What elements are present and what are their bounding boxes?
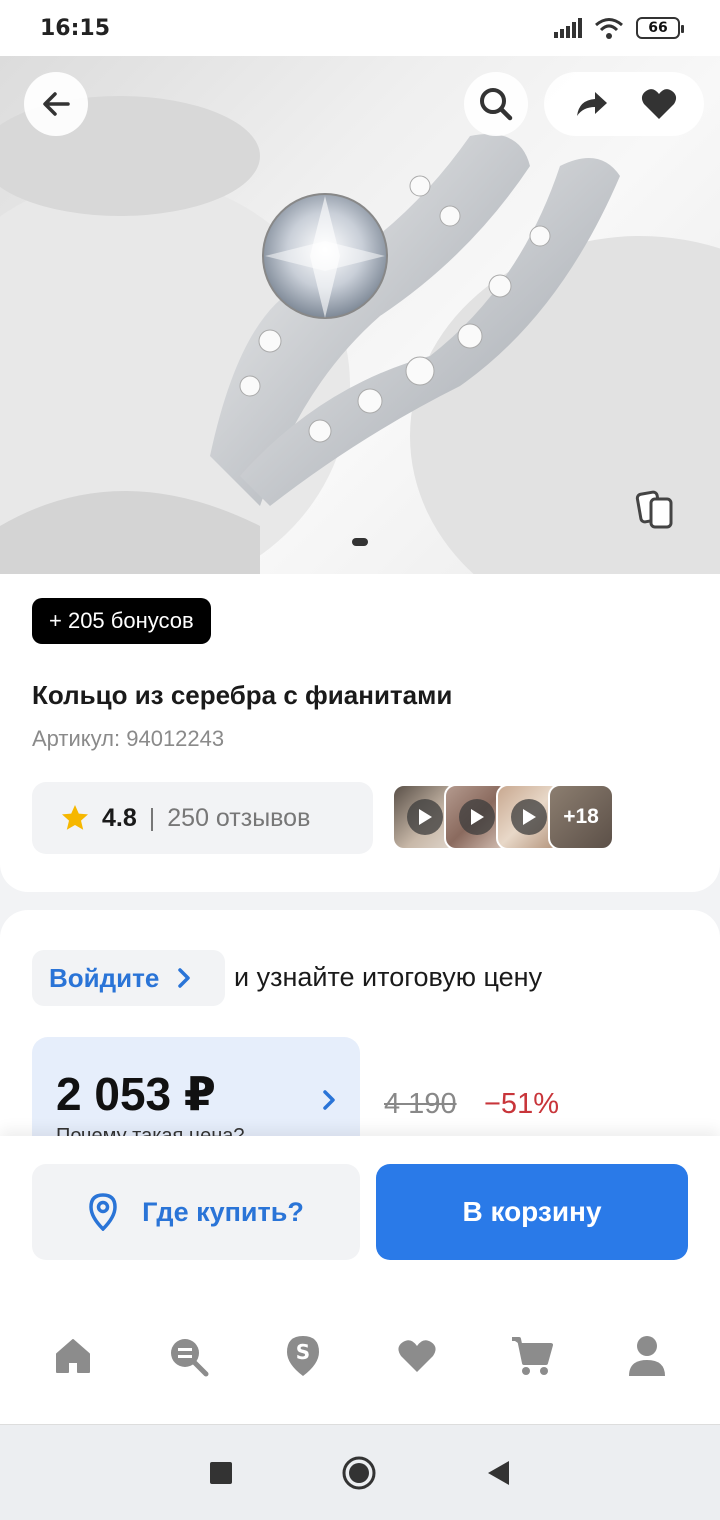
pagination-dot [352, 538, 368, 546]
play-icon [511, 799, 547, 835]
play-icon [459, 799, 495, 835]
wifi-icon [595, 18, 623, 39]
login-label: Войдите [49, 962, 160, 993]
bottom-navigation: S [0, 1288, 720, 1424]
share-icon[interactable] [571, 84, 611, 124]
discount-badge: −51% [484, 1088, 559, 1120]
nav-home[interactable] [33, 1316, 113, 1396]
battery-indicator: 66 [636, 17, 684, 39]
heart-icon[interactable] [640, 86, 678, 122]
svg-text:S: S [295, 1340, 309, 1364]
review-media-more[interactable]: +18 [548, 784, 614, 850]
back-button[interactable] [24, 72, 88, 136]
star-icon [62, 805, 88, 830]
system-navigation [0, 1424, 720, 1520]
search-icon [480, 88, 513, 121]
rating-value: 4.8 [102, 803, 137, 832]
arrow-left-icon [43, 92, 70, 116]
bonus-icon: S [286, 1336, 319, 1376]
review-media-strip[interactable]: +18 [392, 784, 614, 850]
old-price: 4 190 [384, 1088, 457, 1120]
status-time: 16:15 [40, 15, 111, 41]
login-button[interactable]: Войдите [32, 950, 225, 1006]
signal-icon [554, 18, 582, 38]
location-pin-icon [89, 1193, 117, 1231]
nav-profile[interactable] [607, 1316, 687, 1396]
catalog-search-icon [170, 1339, 209, 1377]
product-gallery[interactable] [0, 56, 720, 574]
gallery-view-button[interactable] [632, 486, 680, 534]
product-info-card: + 205 бонусов Кольцо из серебра с фианит… [0, 574, 720, 892]
reviews-count: 250 отзывов [167, 803, 311, 832]
home-icon [56, 1339, 91, 1373]
current-price: 2 053 ₽ [56, 1068, 216, 1120]
gallery-pagination [0, 538, 720, 546]
recent-apps-icon[interactable] [209, 1461, 233, 1485]
share-favorite-group [544, 72, 704, 136]
favorites-icon [398, 1340, 436, 1372]
nav-favorites[interactable] [377, 1316, 457, 1396]
media-more-count: +18 [563, 805, 599, 828]
nav-cart[interactable] [492, 1316, 572, 1396]
bonus-badge: + 205 бонусов [32, 598, 211, 644]
rating-button[interactable]: 4.8 | 250 отзывов [32, 782, 373, 854]
play-icon [407, 799, 443, 835]
copy-icon [635, 490, 673, 529]
status-icons: 66 [554, 17, 684, 39]
purchase-action-bar: Где купить? В корзину [0, 1136, 720, 1288]
nav-catalog[interactable] [148, 1316, 228, 1396]
where-to-buy-button[interactable]: Где купить? [32, 1164, 360, 1260]
rating-separator: | [148, 803, 156, 832]
search-button[interactable] [464, 72, 528, 136]
back-triangle-icon[interactable] [485, 1459, 511, 1487]
chevron-right-icon [323, 1090, 335, 1110]
login-hint: и узнайте итоговую цену [234, 962, 543, 992]
add-to-cart-button[interactable]: В корзину [376, 1164, 688, 1260]
add-to-cart-label: В корзину [462, 1196, 602, 1227]
status-bar: 16:15 66 [0, 0, 720, 56]
where-to-buy-label: Где купить? [142, 1196, 304, 1227]
profile-icon [628, 1336, 665, 1376]
home-button-icon[interactable] [341, 1455, 377, 1491]
chevron-right-icon [178, 968, 191, 988]
cart-icon [511, 1337, 553, 1375]
product-title: Кольцо из серебра с фианитами [32, 680, 453, 710]
product-sku: Артикул: 94012243 [32, 726, 225, 751]
nav-bonus[interactable]: S [263, 1316, 343, 1396]
